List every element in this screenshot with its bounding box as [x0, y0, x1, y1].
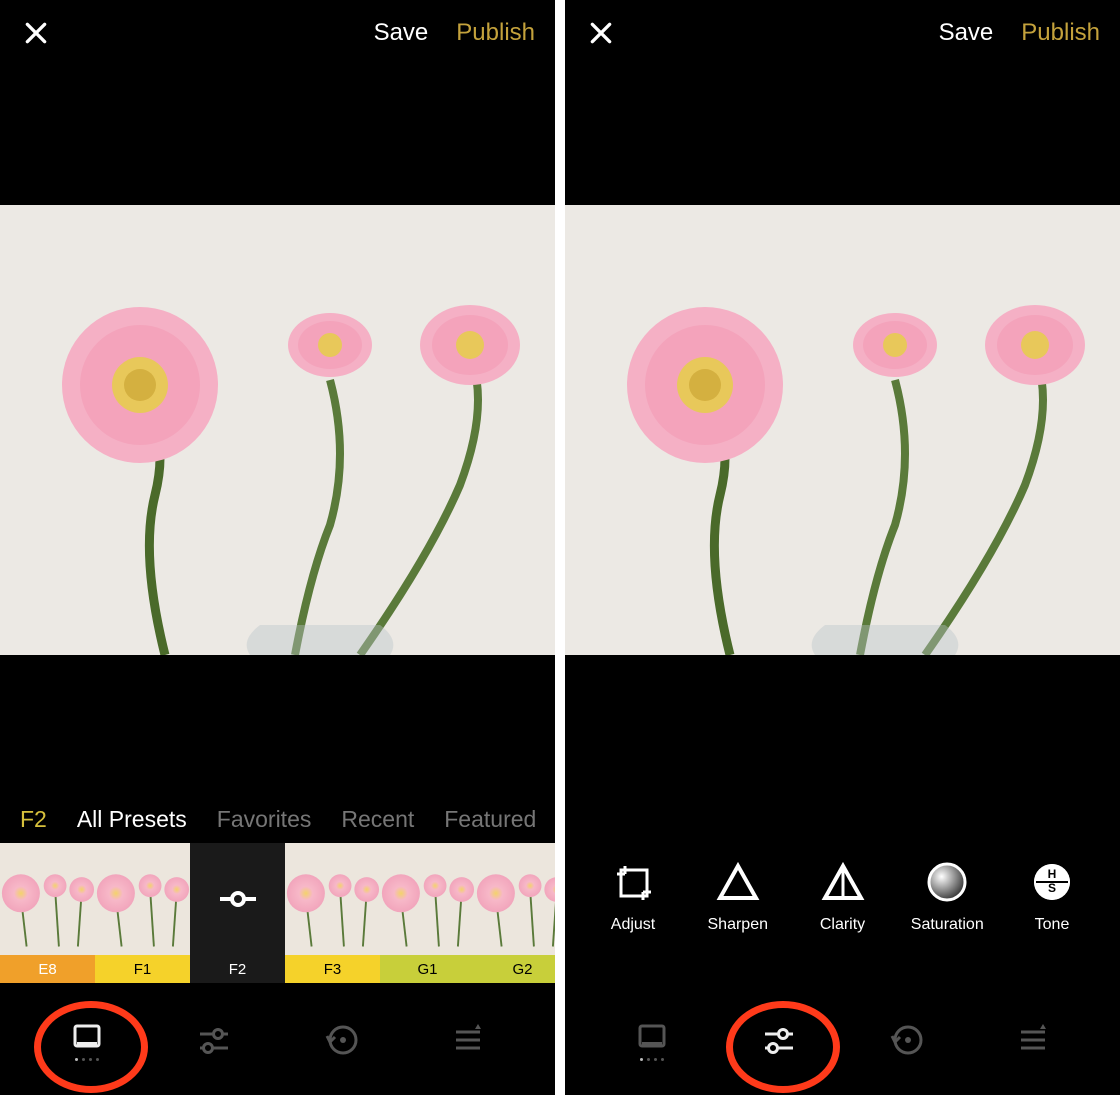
triangle-icon [716, 860, 760, 904]
close-icon[interactable] [581, 13, 621, 53]
tool-saturation[interactable]: Saturation [897, 860, 997, 934]
save-button[interactable]: Save [939, 19, 994, 47]
preview-image[interactable] [565, 205, 1120, 655]
toolbar-history-icon[interactable] [306, 1005, 376, 1075]
header: Save Publish [565, 0, 1120, 66]
toolbar-options-icon[interactable] [998, 1005, 1068, 1075]
close-icon[interactable] [16, 13, 56, 53]
tools-strip[interactable]: Adjust Sharpen Clarity Saturation Tone [565, 860, 1120, 980]
editor-panel-tools: Save Publish Adjust Sharpen Clarity Satu… [565, 0, 1120, 1095]
preset-tile-g2[interactable]: G2 [475, 843, 555, 983]
preset-tile-f1[interactable]: F1 [95, 843, 190, 983]
publish-button[interactable]: Publish [456, 19, 535, 47]
header: Save Publish [0, 0, 555, 66]
toolbar-presets-icon[interactable] [52, 1005, 122, 1075]
tool-adjust[interactable]: Adjust [583, 860, 683, 934]
crop-icon [611, 860, 655, 904]
tab-featured[interactable]: Featured [444, 806, 536, 833]
preset-tile-g1[interactable]: G1 [380, 843, 475, 983]
toolbar-presets-icon[interactable] [617, 1005, 687, 1075]
toolbar-options-icon[interactable] [433, 1005, 503, 1075]
triangle-split-icon [821, 860, 865, 904]
tab-current-preset[interactable]: F2 [20, 806, 47, 833]
preset-tile-e8[interactable]: E8 [0, 843, 95, 983]
editor-panel-presets: Save Publish F2 All Presets Favorites Re… [0, 0, 555, 1095]
hs-icon [1030, 860, 1074, 904]
preset-category-tabs: F2 All Presets Favorites Recent Featured [0, 797, 555, 842]
save-button[interactable]: Save [374, 19, 429, 47]
preset-strip[interactable]: E8 F1 F2 F3 G1 G2 [0, 843, 555, 983]
tab-recent[interactable]: Recent [341, 806, 414, 833]
tool-clarity[interactable]: Clarity [793, 860, 893, 934]
preview-image[interactable] [0, 205, 555, 655]
tab-all-presets[interactable]: All Presets [77, 806, 187, 833]
tab-favorites[interactable]: Favorites [217, 806, 312, 833]
preset-tile-f3[interactable]: F3 [285, 843, 380, 983]
bottom-toolbar [0, 985, 555, 1095]
publish-button[interactable]: Publish [1021, 19, 1100, 47]
selected-preset-icon [190, 843, 285, 955]
toolbar-sliders-icon[interactable] [744, 1005, 814, 1075]
toolbar-sliders-icon[interactable] [179, 1005, 249, 1075]
preset-tile-f2[interactable]: F2 [190, 843, 285, 983]
tool-tone[interactable]: Tone [1002, 860, 1102, 934]
circle-gradient-icon [925, 860, 969, 904]
bottom-toolbar [565, 985, 1120, 1095]
tool-sharpen[interactable]: Sharpen [688, 860, 788, 934]
toolbar-history-icon[interactable] [871, 1005, 941, 1075]
